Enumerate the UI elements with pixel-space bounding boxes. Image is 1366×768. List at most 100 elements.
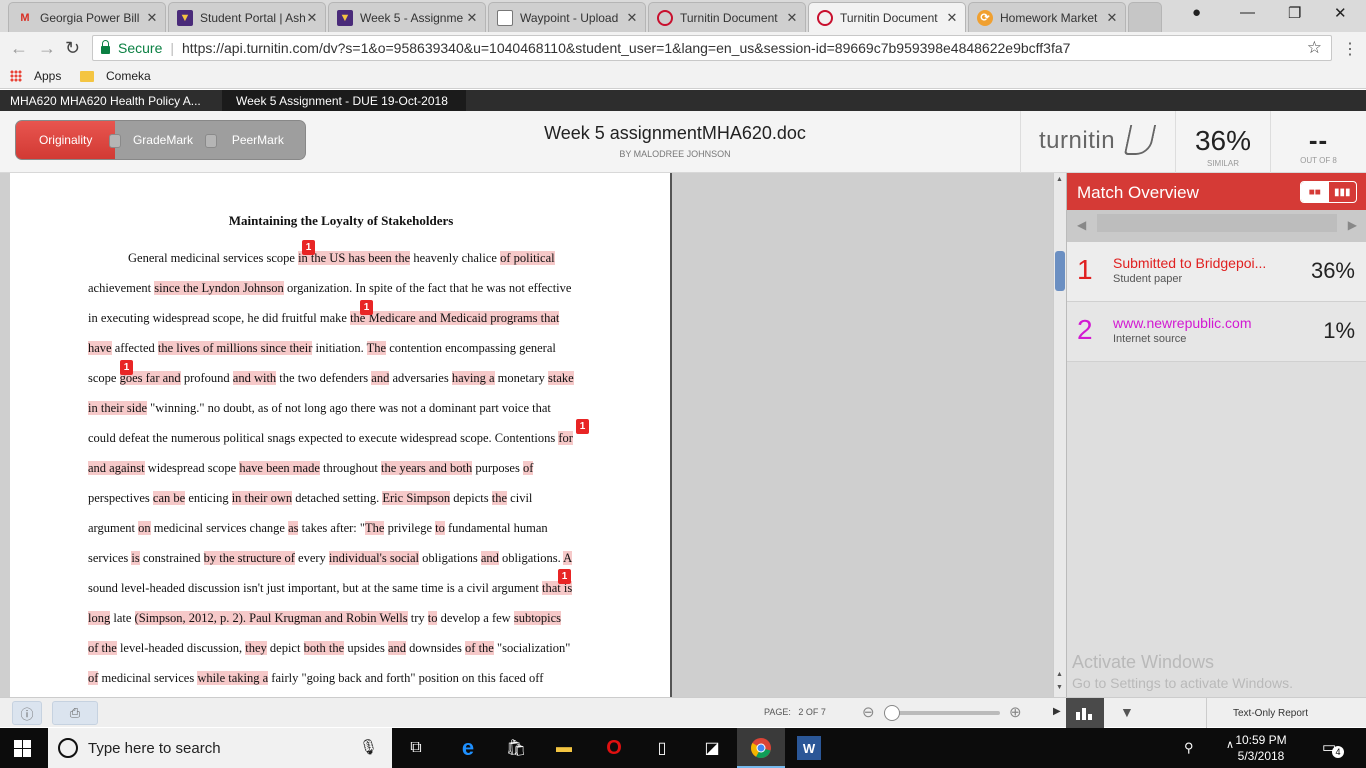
highlighted-match[interactable]: as xyxy=(288,521,299,535)
next-arrow-icon[interactable]: ▶ xyxy=(1348,218,1357,232)
taskbar-clock[interactable]: 10:59 PM 5/3/2018 xyxy=(1226,732,1296,764)
prev-arrow-icon[interactable]: ◀ xyxy=(1077,218,1086,232)
match-marker[interactable]: 1 xyxy=(360,300,373,315)
highlighted-match[interactable]: to xyxy=(427,611,438,625)
microphone-icon[interactable]: 🎙 xyxy=(359,738,378,756)
file-explorer-icon[interactable]: ▬ xyxy=(552,736,576,760)
highlighted-match[interactable]: and xyxy=(387,641,407,655)
people-icon[interactable]: ⚲ xyxy=(1184,740,1194,756)
match-marker[interactable]: 1 xyxy=(120,360,133,375)
highlighted-match[interactable]: having a xyxy=(451,371,495,385)
bookmark-star-icon[interactable]: ☆ xyxy=(1307,38,1322,58)
highlighted-match[interactable]: of xyxy=(88,671,99,685)
close-tab-icon[interactable]: ✕ xyxy=(305,10,319,26)
similarity-score[interactable]: 36% SIMILAR xyxy=(1175,111,1270,173)
browser-tab-active[interactable]: Turnitin Document ✕ xyxy=(808,2,966,32)
highlighted-match[interactable]: the Medicare and Medicaid programs that xyxy=(350,311,560,325)
scroll-up-icon[interactable]: ▲ xyxy=(1056,176,1063,183)
grade-box[interactable]: -- OUT OF 8 xyxy=(1270,111,1366,173)
assignment-dropdown[interactable]: Week 5 Assignment - DUE 19-Oct-2018 ▼ xyxy=(222,90,466,120)
highlighted-match[interactable]: The xyxy=(366,341,387,355)
match-source[interactable]: www.newrepublic.com xyxy=(1113,315,1273,331)
document-icon[interactable]: ▯ xyxy=(650,736,674,760)
reload-icon[interactable]: ↻ xyxy=(65,38,80,59)
panel-expand-icon[interactable]: ▶ xyxy=(1053,706,1061,717)
match-source[interactable]: Submitted to Bridgepoi... xyxy=(1113,255,1273,271)
bookmark-folder[interactable]: Comeka xyxy=(80,69,151,83)
browser-tab[interactable]: Waypoint - Upload ✕ xyxy=(488,2,646,32)
highlighted-match[interactable]: of political xyxy=(500,251,555,265)
scrollbar-thumb[interactable] xyxy=(1055,251,1065,291)
zoom-slider-knob[interactable] xyxy=(884,705,900,721)
browser-tab[interactable]: M Georgia Power Bill ✕ xyxy=(8,2,166,32)
bookmark-apps[interactable]: Apps xyxy=(10,69,61,83)
highlighted-match[interactable]: and xyxy=(480,551,499,565)
new-tab-button[interactable] xyxy=(1128,2,1162,32)
view-toggle[interactable]: ■■ ▮▮▮ xyxy=(1300,181,1357,203)
bar-view-icon[interactable]: ▮▮▮ xyxy=(1329,182,1357,202)
browser-tab[interactable]: Turnitin Document ✕ xyxy=(648,2,806,32)
highlighted-match[interactable]: both the xyxy=(303,641,345,655)
store-icon[interactable]: 🛍 xyxy=(504,736,528,760)
grademark-tab[interactable]: GradeMark xyxy=(109,121,211,159)
match-item[interactable]: 2 www.newrepublic.com Internet source 1% xyxy=(1067,302,1366,362)
scroll-down-icon[interactable]: ▼ xyxy=(1056,684,1063,691)
match-item[interactable]: 1 Submitted to Bridgepoi... Student pape… xyxy=(1067,242,1366,302)
highlighted-match[interactable]: of xyxy=(522,461,534,475)
close-tab-icon[interactable]: ✕ xyxy=(1105,10,1119,26)
highlighted-match[interactable]: (Simpson, 2012, p. 2). Paul Krugman and … xyxy=(134,611,408,625)
highlighted-match[interactable]: long xyxy=(88,611,111,625)
match-marker[interactable]: 1 xyxy=(302,240,315,255)
highlighted-match[interactable]: and with xyxy=(232,371,277,385)
highlighted-match[interactable]: the lives of millions since their xyxy=(157,341,313,355)
close-tab-icon[interactable]: ✕ xyxy=(465,10,479,26)
highlighted-match[interactable]: individual's social xyxy=(328,551,420,565)
url-input[interactable]: Secure | https://api.turnitin.com/dv?s=1… xyxy=(92,35,1332,61)
highlighted-match[interactable]: to xyxy=(435,521,445,535)
filter-icon[interactable]: ▼ xyxy=(1120,704,1134,720)
opera-icon[interactable]: O xyxy=(602,736,626,760)
highlighted-match[interactable]: and against xyxy=(88,461,145,475)
highlighted-match[interactable]: for xyxy=(558,431,573,445)
course-breadcrumb[interactable]: MHA620 MHA620 Health Policy A... xyxy=(10,94,201,108)
highlighted-match[interactable]: while taking a xyxy=(197,671,269,685)
highlighted-match[interactable]: A xyxy=(563,551,573,565)
browser-tab[interactable]: ▼ Student Portal | Ash ✕ xyxy=(168,2,326,32)
forward-icon[interactable]: → xyxy=(38,38,56,59)
print-icon[interactable]: ⎙ xyxy=(52,701,98,725)
highlighted-match[interactable]: of the xyxy=(465,641,494,655)
document-scrollbar[interactable]: ▲ ▲ ▼ xyxy=(1053,173,1066,697)
zoom-slider[interactable] xyxy=(884,705,1000,721)
info-icon[interactable]: ⓘ xyxy=(12,701,42,725)
taskbar-search-input[interactable]: Type here to search 🎙 xyxy=(48,728,392,768)
windows-start-icon[interactable] xyxy=(14,740,31,757)
match-marker[interactable]: 1 xyxy=(558,569,571,584)
minimize-icon[interactable]: — xyxy=(1240,4,1255,21)
browser-tab[interactable]: ⟳ Homework Market ✕ xyxy=(968,2,1126,32)
browser-menu-icon[interactable]: ⋮ xyxy=(1342,39,1358,59)
close-tab-icon[interactable]: ✕ xyxy=(785,10,799,26)
originality-tab[interactable]: Originality xyxy=(16,121,116,159)
highlighted-match[interactable]: the xyxy=(491,491,508,505)
match-overview-button[interactable] xyxy=(1066,698,1104,728)
highlighted-match[interactable]: can be xyxy=(152,491,186,505)
scroll-up-icon[interactable]: ▲ xyxy=(1056,671,1063,678)
highlighted-match[interactable]: by the structure of xyxy=(203,551,295,565)
highlighted-match[interactable]: the years and both xyxy=(380,461,473,475)
highlighted-match[interactable]: have been made xyxy=(239,461,320,475)
highlighted-match[interactable]: on xyxy=(138,521,151,535)
highlighted-match[interactable]: have xyxy=(88,341,112,355)
zoom-in-icon[interactable]: ⊕ xyxy=(1009,703,1022,721)
highlighted-match[interactable]: in their side xyxy=(88,401,148,415)
highlighted-match[interactable]: in their own xyxy=(231,491,293,505)
maximize-icon[interactable]: ❐ xyxy=(1288,4,1301,22)
chrome-taskbar-button[interactable] xyxy=(737,728,785,768)
edge-icon[interactable]: e xyxy=(456,735,480,760)
close-tab-icon[interactable]: ✕ xyxy=(625,10,639,26)
highlighted-match[interactable]: and xyxy=(371,371,390,385)
close-tab-icon[interactable]: ✕ xyxy=(945,10,959,26)
text-only-report-button[interactable]: Text-Only Report xyxy=(1206,698,1366,728)
secure-indicator[interactable]: Secure xyxy=(101,40,162,56)
peermark-tab[interactable]: PeerMark xyxy=(204,121,305,159)
browser-tab[interactable]: ▼ Week 5 - Assignme ✕ xyxy=(328,2,486,32)
